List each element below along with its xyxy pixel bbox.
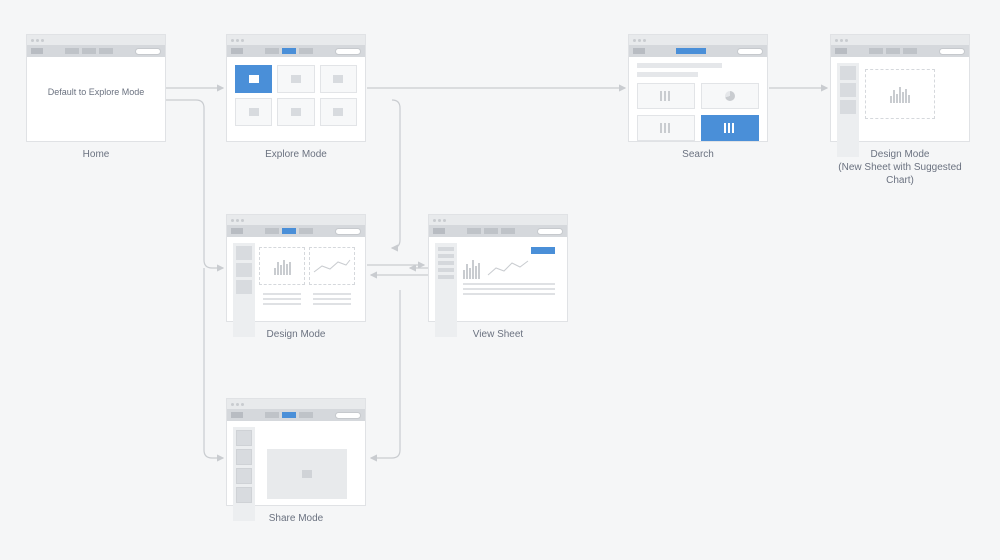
left-panel xyxy=(233,427,255,521)
window-titlebar xyxy=(831,35,969,45)
bar-chart-icon xyxy=(660,123,672,133)
window-titlebar xyxy=(629,35,767,45)
design-chart-bar xyxy=(259,247,305,285)
caption-search: Search xyxy=(628,148,768,161)
text-block xyxy=(463,283,555,295)
image-icon xyxy=(302,470,312,478)
share-preview xyxy=(267,449,347,499)
left-panel xyxy=(233,243,255,337)
window-titlebar xyxy=(227,35,365,45)
wireframe-design xyxy=(226,214,366,322)
window-toolbar xyxy=(27,45,165,57)
suggested-chart xyxy=(865,69,935,119)
window-toolbar xyxy=(831,45,969,57)
search-result-line xyxy=(637,72,698,77)
action-button xyxy=(531,247,555,254)
caption-home: Home xyxy=(26,148,166,161)
text-block xyxy=(309,289,355,333)
window-titlebar xyxy=(227,215,365,225)
wireframe-view-sheet xyxy=(428,214,568,322)
explore-grid xyxy=(233,63,359,128)
window-titlebar xyxy=(27,35,165,45)
chart-option-pie xyxy=(701,83,759,109)
node-view-sheet: View Sheet xyxy=(428,214,568,341)
bar-chart-icon xyxy=(463,257,480,279)
window-titlebar xyxy=(429,215,567,225)
node-explore: Explore Mode xyxy=(226,34,366,161)
caption-explore: Explore Mode xyxy=(226,148,366,161)
wireframe-home: Default to Explore Mode xyxy=(26,34,166,142)
window-toolbar xyxy=(227,409,365,421)
window-toolbar xyxy=(227,45,365,57)
chart-option-bar-selected xyxy=(701,115,759,141)
search-result-line xyxy=(637,63,722,68)
design-chart-line xyxy=(309,247,355,285)
left-panel xyxy=(837,63,859,157)
home-body-text: Default to Explore Mode xyxy=(27,87,165,97)
wireframe-search xyxy=(628,34,768,142)
window-toolbar xyxy=(429,225,567,237)
wireframe-share xyxy=(226,398,366,506)
explore-tile xyxy=(320,65,357,93)
explore-tile xyxy=(235,98,272,126)
window-toolbar xyxy=(227,225,365,237)
pie-chart-icon xyxy=(725,91,735,101)
explore-tile xyxy=(320,98,357,126)
bar-chart-icon xyxy=(274,257,291,275)
bar-chart-icon xyxy=(660,91,672,101)
window-titlebar xyxy=(227,399,365,409)
left-panel xyxy=(435,243,457,337)
bar-chart-icon xyxy=(890,85,910,103)
explore-tile xyxy=(277,65,314,93)
node-design-suggested: Design Mode (New Sheet with Suggested Ch… xyxy=(830,34,970,187)
node-share: Share Mode xyxy=(226,398,366,525)
node-search: Search xyxy=(628,34,768,161)
explore-tile xyxy=(277,98,314,126)
text-block xyxy=(259,289,305,333)
search-chart-grid xyxy=(637,83,759,141)
node-design: Design Mode xyxy=(226,214,366,341)
line-chart-icon xyxy=(486,257,530,279)
bar-chart-icon xyxy=(724,123,736,133)
line-chart-icon xyxy=(312,256,352,276)
node-home: Default to Explore Mode Home xyxy=(26,34,166,161)
wireframe-explore xyxy=(226,34,366,142)
explore-tile-selected xyxy=(235,65,272,93)
window-toolbar xyxy=(629,45,767,57)
chart-option-bar xyxy=(637,115,695,141)
chart-option-bar xyxy=(637,83,695,109)
wireframe-design-suggested xyxy=(830,34,970,142)
